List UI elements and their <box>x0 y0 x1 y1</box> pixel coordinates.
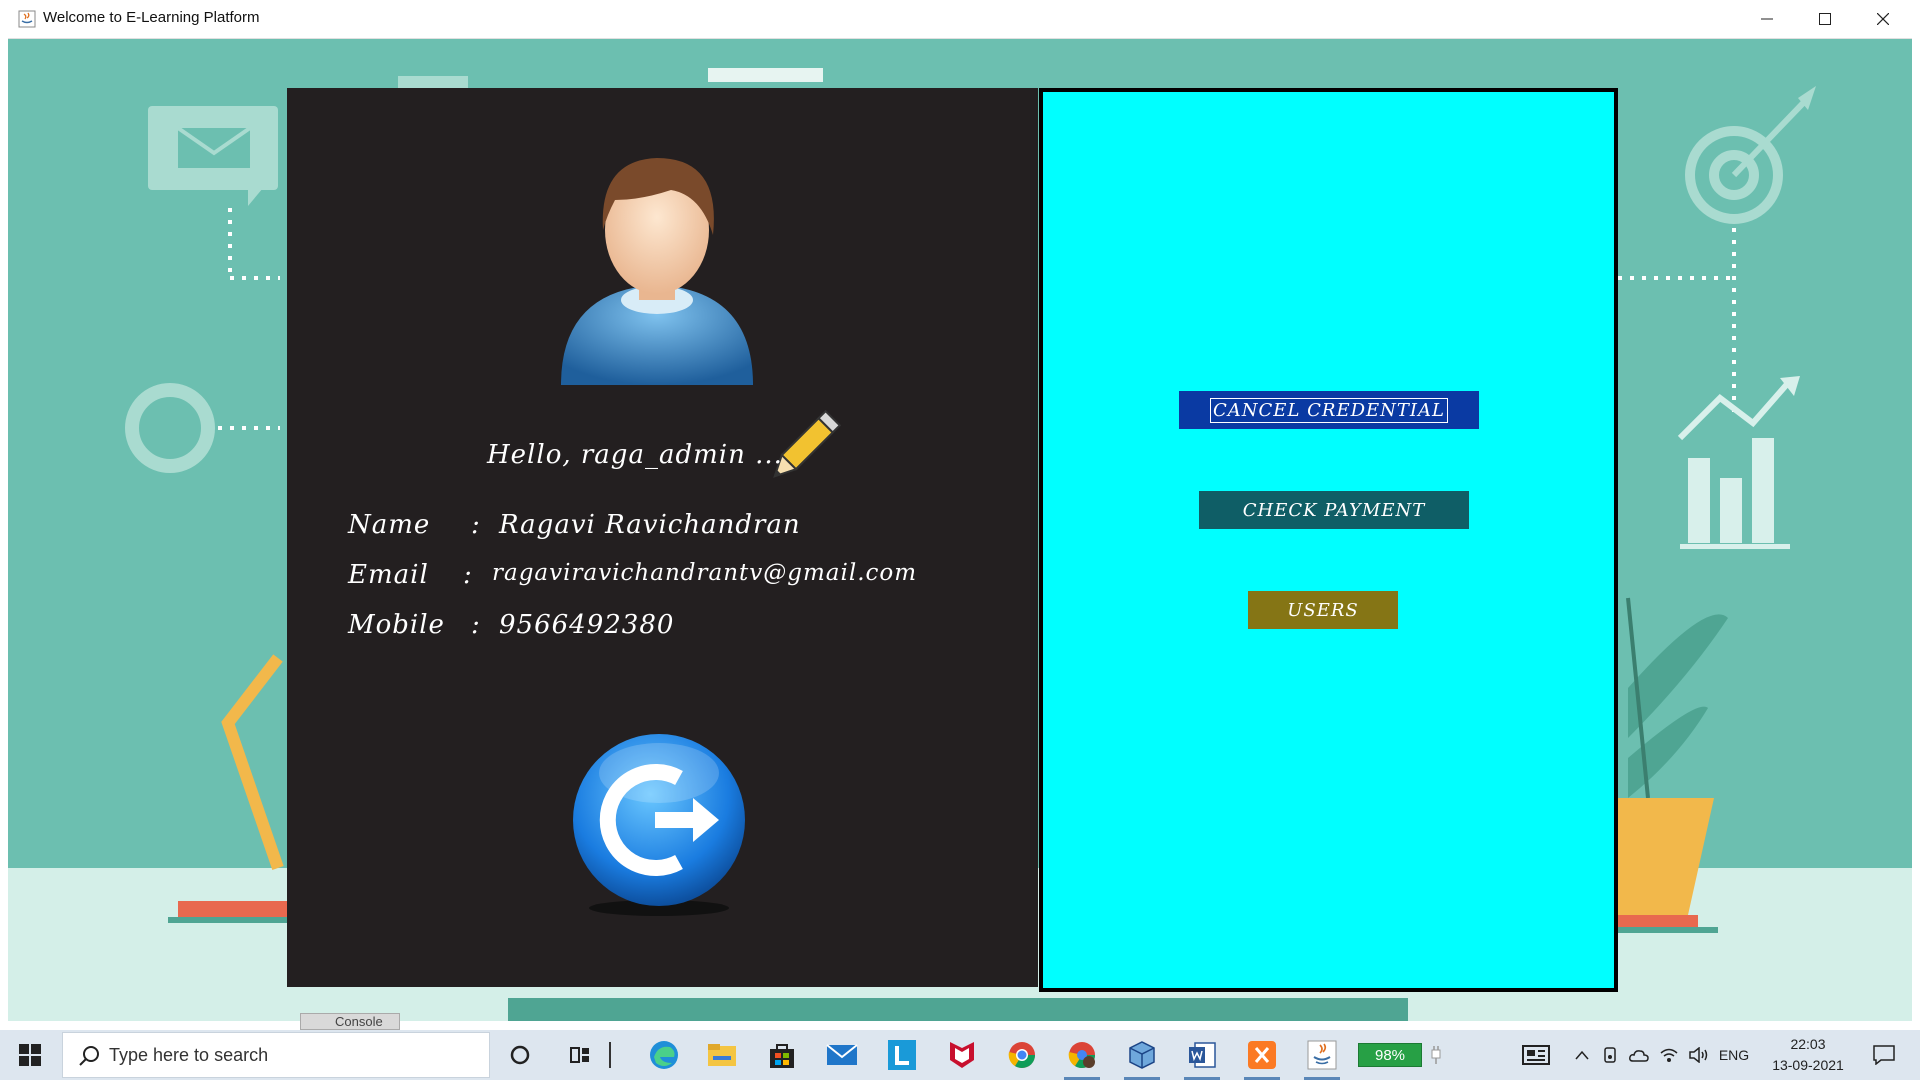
mobile-colon: : <box>471 610 481 640</box>
word-app[interactable] <box>1178 1030 1226 1080</box>
windows-logo-icon <box>19 1044 41 1066</box>
cancel-credential-button[interactable]: CANCEL CREDENTIAL <box>1179 391 1479 429</box>
word-icon <box>1189 1042 1216 1068</box>
name-colon: : <box>471 510 481 540</box>
charging-plug <box>1424 1030 1448 1080</box>
mail-app[interactable] <box>818 1030 866 1080</box>
title-bar: Welcome to E-Learning Platform <box>8 0 1912 39</box>
device-icon <box>1604 1047 1616 1063</box>
minimize-button[interactable] <box>1738 0 1796 38</box>
xampp-icon <box>1248 1041 1276 1069</box>
cortana-icon <box>510 1045 530 1065</box>
clock-date: 13-09-2021 <box>1772 1057 1844 1073</box>
greeting-text: Hello, raga_admin ... <box>487 440 783 470</box>
taskbar-separator <box>600 1030 620 1080</box>
close-button[interactable] <box>1854 0 1912 38</box>
check-payment-label: CHECK PAYMENT <box>1242 499 1426 521</box>
chrome-icon <box>1008 1042 1036 1069</box>
email-label: Email <box>348 560 429 590</box>
minimize-icon <box>1761 18 1773 20</box>
chrome-profile-app[interactable] <box>1058 1030 1106 1080</box>
virtualbox-app[interactable] <box>1118 1030 1166 1080</box>
letter-l-app-icon <box>888 1040 916 1070</box>
taskbar-search-box[interactable]: Type here to search <box>62 1032 490 1078</box>
java-app[interactable] <box>1298 1030 1346 1080</box>
mobile-label: Mobile <box>348 610 445 640</box>
java-app-icon <box>18 10 36 28</box>
profile-panel: Hello, raga_admin ... Name : Ragavi Ravi… <box>287 88 1038 987</box>
user-avatar-icon <box>561 158 753 385</box>
chevron-up-icon <box>1575 1050 1589 1060</box>
news-widget-button[interactable] <box>1516 1030 1556 1080</box>
edge-icon <box>650 1041 678 1069</box>
store-app[interactable] <box>758 1030 806 1080</box>
system-clock[interactable]: 22:03 13-09-2021 <box>1758 1034 1858 1076</box>
check-payment-button[interactable]: CHECK PAYMENT <box>1199 491 1469 529</box>
show-hidden-icons-button[interactable] <box>1570 1030 1594 1080</box>
users-label: USERS <box>1287 599 1359 621</box>
onedrive-button[interactable] <box>1626 1030 1652 1080</box>
app-window: Welcome to E-Learning Platform Hello, ra… <box>8 0 1912 1021</box>
cube-icon <box>1129 1041 1155 1069</box>
file-explorer-app[interactable] <box>698 1030 746 1080</box>
battery-percent-badge[interactable]: 98% <box>1358 1043 1422 1067</box>
java-coffee-icon <box>1307 1040 1337 1070</box>
notification-icon <box>1873 1045 1895 1065</box>
email-value: ragaviravichandrantv@gmail.com <box>492 560 918 586</box>
admin-actions-panel: CANCEL CREDENTIAL CHECK PAYMENT USERS <box>1039 88 1618 992</box>
edge-app[interactable] <box>640 1030 688 1080</box>
console-tab-label: Console <box>335 1014 383 1029</box>
notifications-button[interactable] <box>1864 1030 1904 1080</box>
mail-icon <box>826 1044 858 1065</box>
start-button[interactable] <box>0 1030 60 1080</box>
mcafee-shield-icon <box>950 1042 974 1068</box>
volume-button[interactable] <box>1686 1030 1712 1080</box>
window-title: Welcome to E-Learning Platform <box>43 9 260 26</box>
launcher-l-app[interactable] <box>878 1030 926 1080</box>
maximize-button[interactable] <box>1796 0 1854 38</box>
close-icon <box>1877 13 1889 25</box>
users-button[interactable]: USERS <box>1248 591 1398 629</box>
wifi-button[interactable] <box>1656 1030 1682 1080</box>
cancel-credential-label: CANCEL CREDENTIAL <box>1210 397 1448 423</box>
clock-time: 22:03 <box>1790 1036 1826 1052</box>
chrome-profile-icon <box>1068 1042 1096 1069</box>
maximize-icon <box>1819 13 1831 25</box>
email-colon: : <box>463 560 473 590</box>
cortana-button[interactable] <box>496 1030 544 1080</box>
task-view-button[interactable] <box>556 1030 604 1080</box>
xampp-app[interactable] <box>1238 1030 1286 1080</box>
search-placeholder: Type here to search <box>109 1045 269 1065</box>
wifi-icon <box>1660 1048 1678 1062</box>
logout-icon[interactable] <box>569 728 749 918</box>
cloud-icon <box>1629 1050 1649 1062</box>
mobile-value: 9566492380 <box>499 610 675 640</box>
input-language-button[interactable]: ENG <box>1714 1030 1754 1080</box>
store-bag-icon <box>770 1044 794 1068</box>
taskbar: Type here to search 98% ENG 22:03 13-09-… <box>0 1030 1920 1080</box>
background-console-tab[interactable]: Console <box>300 1013 400 1030</box>
folder-icon <box>708 1044 736 1066</box>
task-view-icon <box>570 1047 589 1063</box>
plug-icon <box>1431 1046 1441 1064</box>
separator-icon <box>609 1042 611 1068</box>
chrome-app[interactable] <box>998 1030 1046 1080</box>
name-value: Ragavi Ravichandran <box>499 510 801 540</box>
mcafee-app[interactable] <box>938 1030 986 1080</box>
device-tray-button[interactable] <box>1598 1030 1622 1080</box>
speaker-icon <box>1689 1047 1708 1063</box>
search-icon <box>79 1046 99 1066</box>
news-icon <box>1522 1045 1550 1065</box>
name-label: Name <box>348 510 431 540</box>
